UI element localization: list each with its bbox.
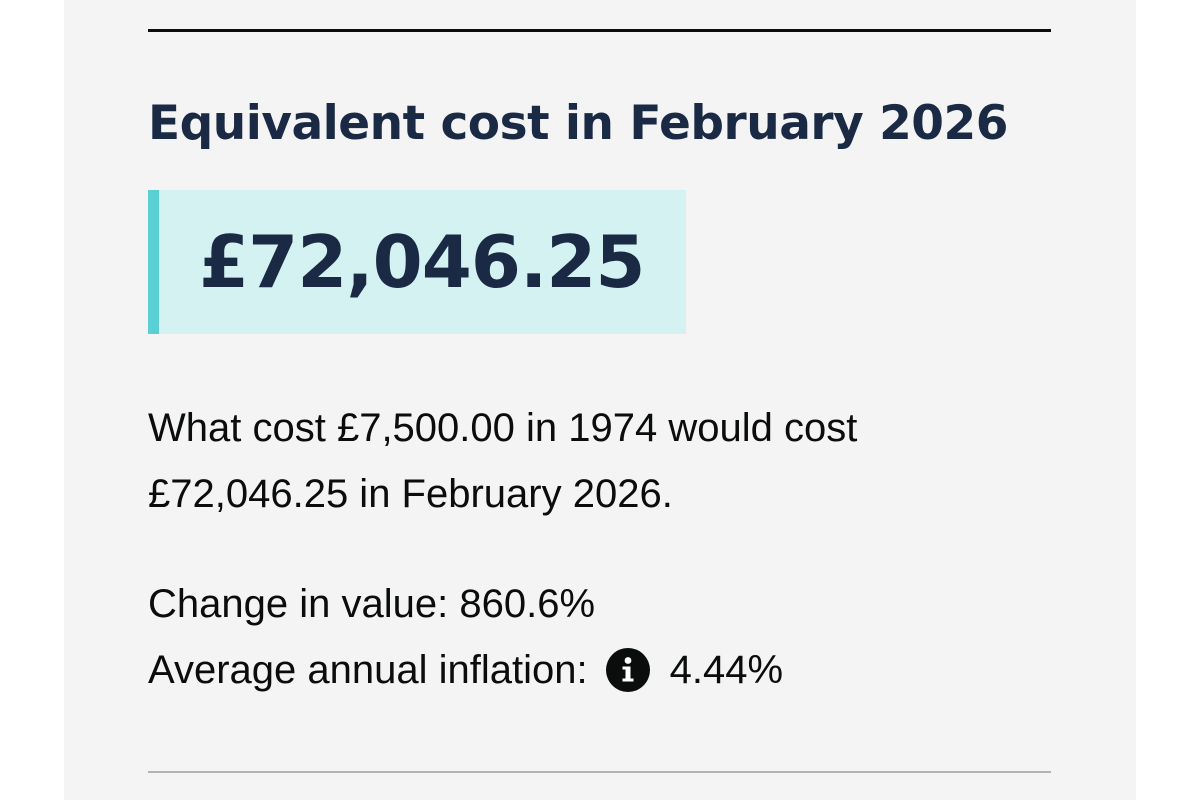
info-icon[interactable]: [605, 648, 650, 692]
change-in-value-label: Change in value:: [148, 582, 449, 626]
average-annual-inflation-amount: 4.44%: [669, 648, 784, 692]
section-divider-bottom: [148, 771, 1051, 773]
average-annual-inflation-label: Average annual inflation:: [148, 648, 588, 692]
result-value: £72,046.25: [199, 220, 645, 304]
change-in-value-amount: 860.6%: [459, 582, 596, 626]
result-summary: What cost £7,500.00 in 1974 would cost £…: [148, 395, 1048, 527]
result-highlight-box: £72,046.25: [148, 190, 686, 334]
summary-line-1: What cost £7,500.00 in 1974 would cost: [148, 406, 858, 450]
info-icon-glyph: [622, 657, 634, 682]
average-annual-inflation: Average annual inflation: 4.44%: [148, 640, 783, 700]
change-in-value: Change in value: 860.6%: [148, 574, 595, 634]
section-divider-top: [148, 29, 1051, 32]
result-heading: Equivalent cost in February 2026: [148, 96, 1008, 151]
summary-line-2: £72,046.25 in February 2026.: [148, 472, 673, 516]
